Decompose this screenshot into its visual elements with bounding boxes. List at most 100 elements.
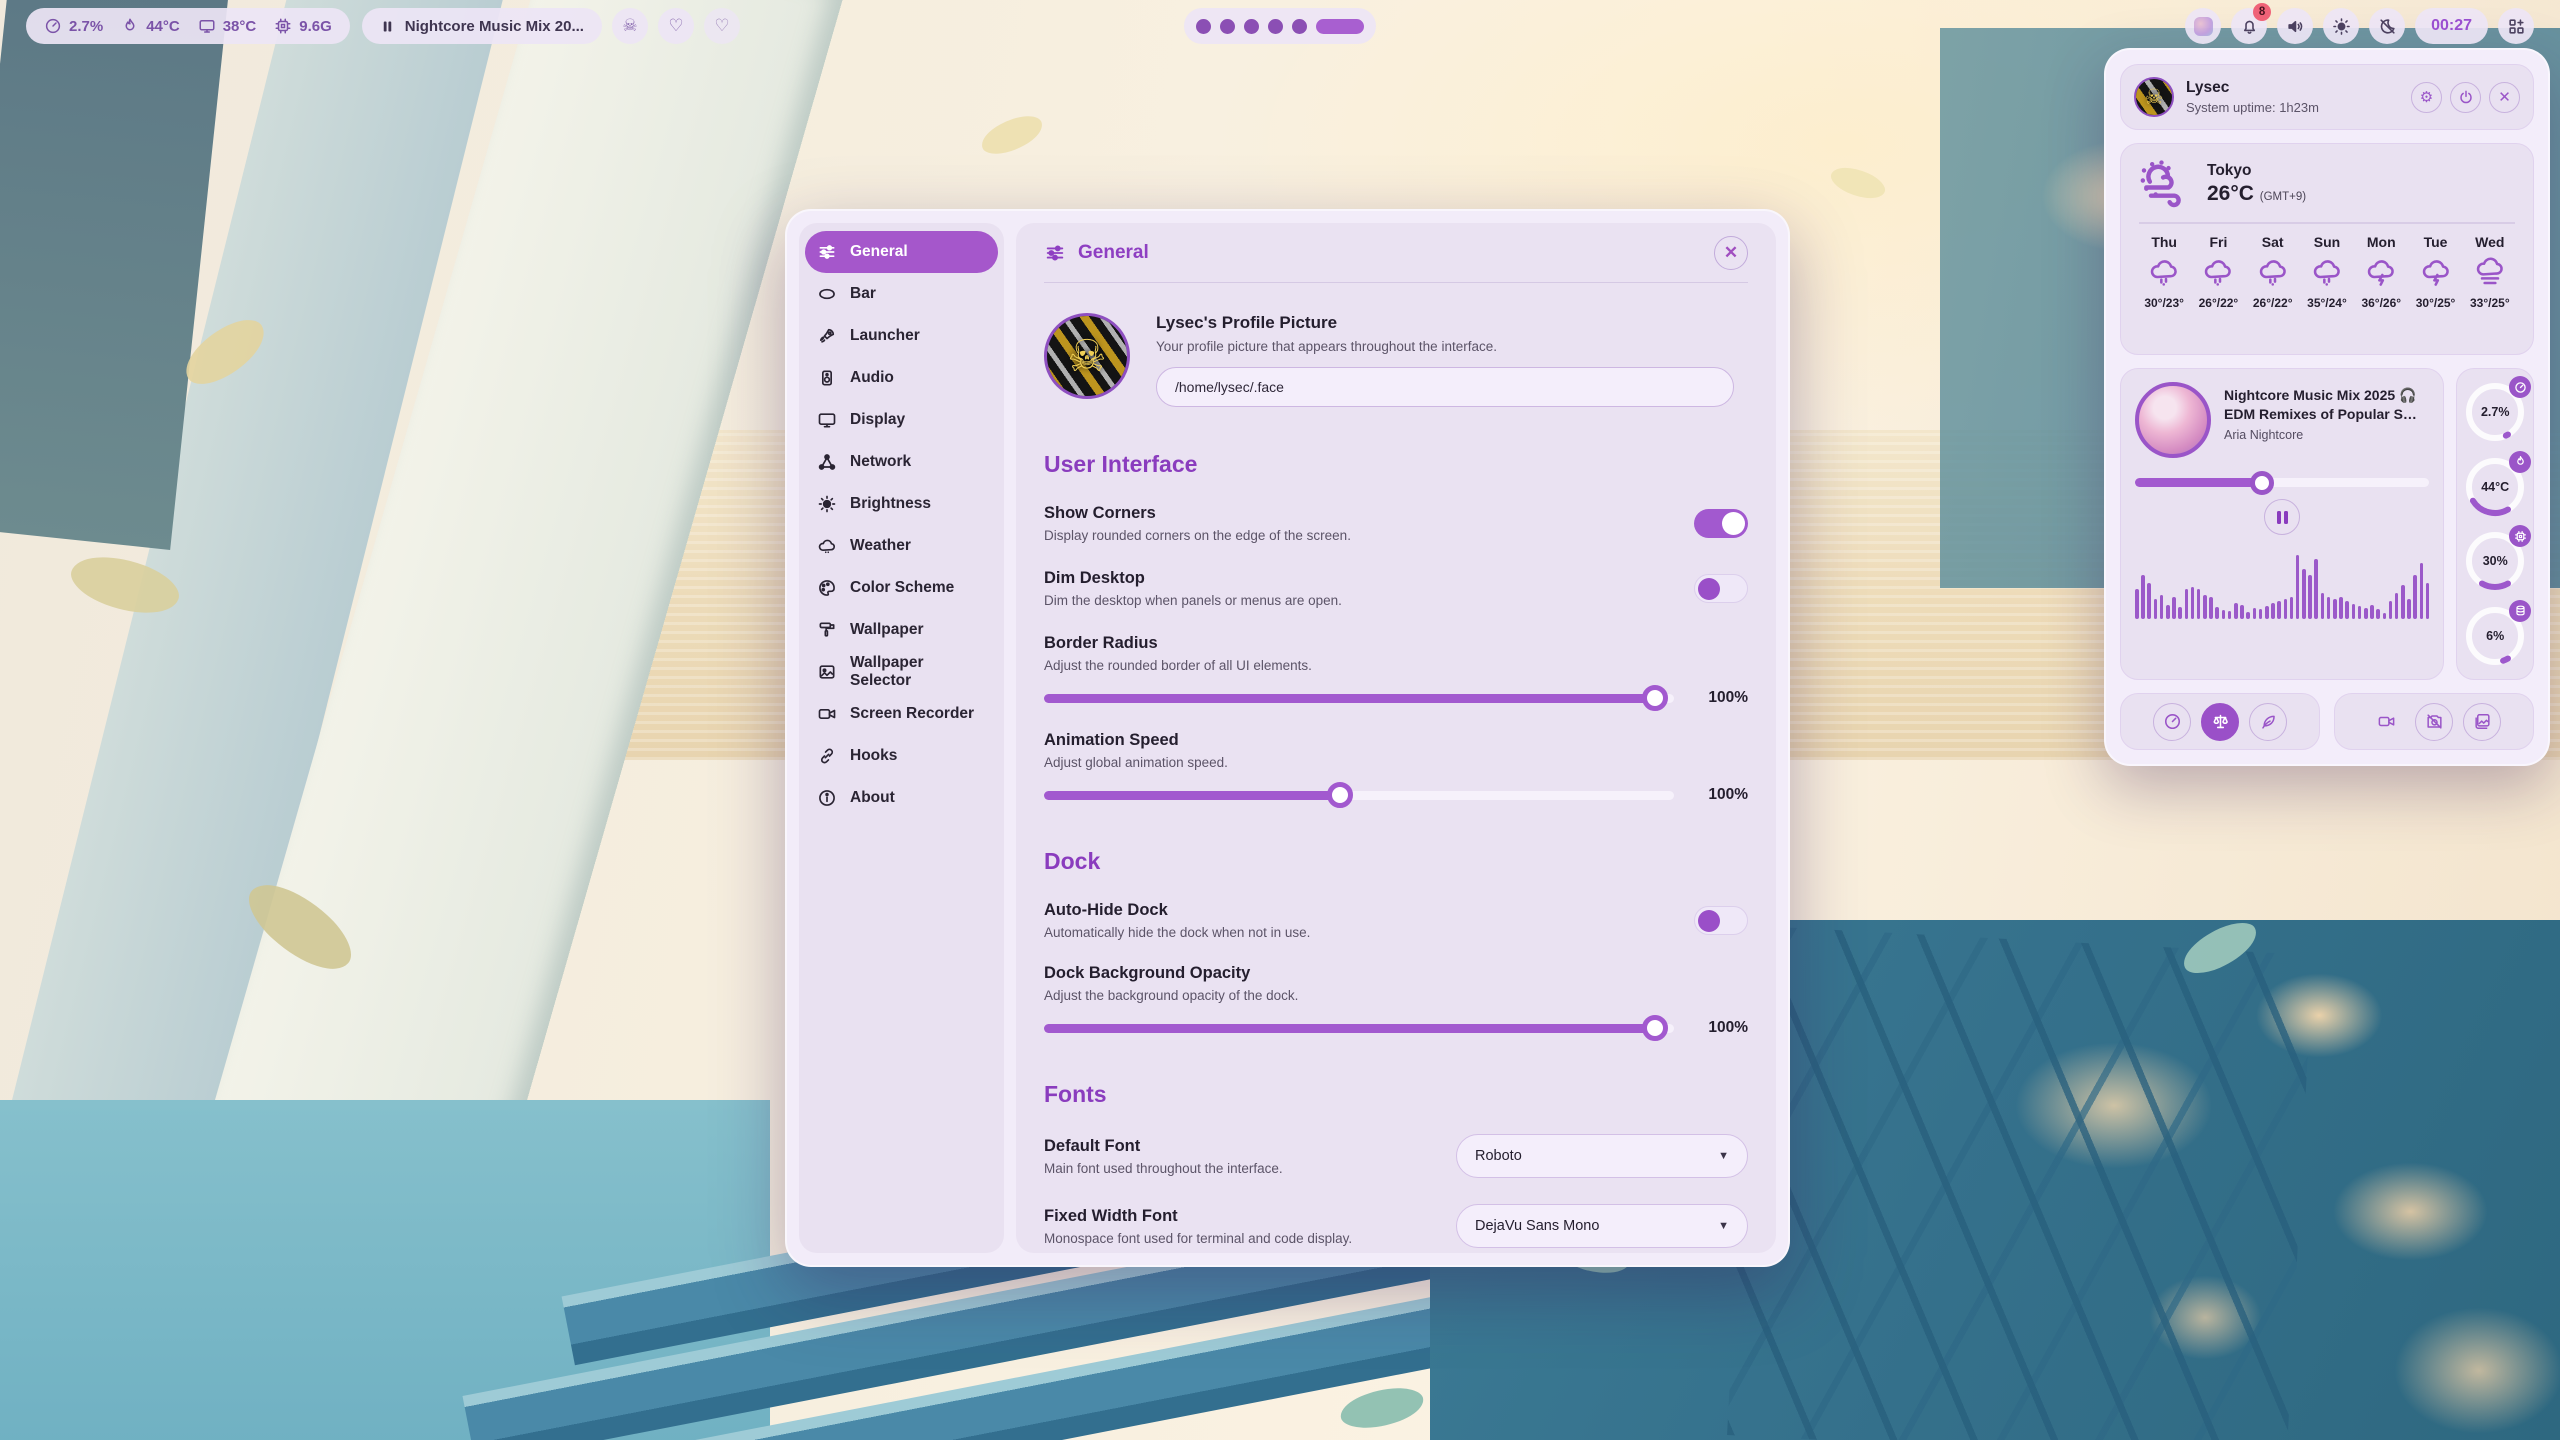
night-light-off-button[interactable] [2369, 8, 2405, 44]
sun-wind-icon [2137, 156, 2193, 212]
visualizer-bar [2407, 599, 2411, 619]
sidebar-item-brightness[interactable]: Brightness [805, 483, 998, 525]
setting-label: Auto-Hide Dock [1044, 901, 1310, 920]
close-panel-button[interactable]: ✕ [2489, 82, 2520, 113]
visualizer-bar [2141, 575, 2145, 619]
workspace-dot[interactable] [1196, 19, 1211, 34]
gpu-temp-stat[interactable]: 38°C [198, 17, 257, 35]
heart-icon[interactable]: ♡ [658, 8, 694, 44]
visualizer-bar [2191, 587, 2195, 619]
default-font-dropdown[interactable]: Roboto ▼ [1456, 1134, 1748, 1178]
dock-bg-opacity-slider[interactable] [1044, 1024, 1674, 1033]
setting-label: Border Radius [1044, 634, 1748, 653]
workspace-dot[interactable] [1292, 19, 1307, 34]
visualizer-bar [2172, 597, 2176, 619]
power-saver-profile-button[interactable] [2249, 703, 2287, 741]
setting-description: Main font used throughout the interface. [1044, 1161, 1283, 1176]
skull-icon[interactable]: ☠ [612, 8, 648, 44]
visualizer-bar [2290, 597, 2294, 619]
rain-cloud-icon [2257, 257, 2289, 289]
pause-button[interactable] [2264, 499, 2300, 535]
workspace-dot[interactable] [1268, 19, 1283, 34]
balanced-profile-button[interactable] [2201, 703, 2239, 741]
slider-knob[interactable] [1327, 782, 1353, 808]
cpu-temp-stat[interactable]: 44°C [121, 17, 180, 35]
toggle-knob [1698, 910, 1720, 932]
sidebar-item-wallpaper-selector[interactable]: Wallpaper Selector [805, 651, 998, 693]
dashboard-button[interactable] [2498, 8, 2534, 44]
slider-value: 100% [1690, 786, 1748, 804]
volume-button[interactable] [2277, 8, 2313, 44]
workspace-dot[interactable] [1220, 19, 1235, 34]
forecast-temps: 30°/23° [2144, 296, 2184, 310]
track-progress-slider[interactable] [2135, 478, 2429, 487]
sidebar-label: Display [850, 411, 905, 429]
profile-path-input[interactable] [1156, 367, 1734, 407]
sidebar-label: Wallpaper [850, 621, 924, 639]
sidebar-item-general[interactable]: General [805, 231, 998, 273]
sidebar-item-hooks[interactable]: Hooks [805, 735, 998, 777]
show-corners-toggle[interactable] [1694, 509, 1748, 538]
settings-button[interactable]: ⚙ [2411, 82, 2442, 113]
gallery-button[interactable] [2463, 703, 2501, 741]
visualizer-bar [2302, 569, 2306, 619]
audio-visualizer [2135, 547, 2429, 619]
visualizer-bar [2135, 589, 2139, 619]
slider-knob[interactable] [1642, 1015, 1668, 1041]
performance-profile-button[interactable] [2153, 703, 2191, 741]
avatar: ☠ [2134, 77, 2174, 117]
notifications-button[interactable]: 8 [2231, 8, 2267, 44]
speaker-icon [817, 368, 837, 388]
progress-knob[interactable] [2250, 471, 2274, 495]
screen-record-button[interactable] [2367, 703, 2405, 741]
clock[interactable]: 00:27 [2415, 8, 2488, 44]
profile-avatar[interactable]: ☠ [1044, 313, 1130, 399]
sidebar-item-color-scheme[interactable]: Color Scheme [805, 567, 998, 609]
sidebar-item-network[interactable]: Network [805, 441, 998, 483]
forecast-day: Sat 26°/22° [2246, 234, 2300, 310]
sidebar-item-display[interactable]: Display [805, 399, 998, 441]
workspace-active-pill[interactable] [1316, 19, 1364, 34]
brightness-button[interactable] [2323, 8, 2359, 44]
profile-heading: Lysec's Profile Picture [1156, 313, 1748, 333]
forecast-day: Fri 26°/22° [2191, 234, 2245, 310]
sidebar-item-screen-recorder[interactable]: Screen Recorder [805, 693, 998, 735]
weather-timezone: (GMT+9) [2260, 191, 2306, 203]
sidebar-item-launcher[interactable]: Launcher [805, 315, 998, 357]
power-button[interactable] [2450, 82, 2481, 113]
screenshot-off-button[interactable] [2415, 703, 2453, 741]
sidebar-item-about[interactable]: About [805, 777, 998, 819]
animation-speed-slider[interactable] [1044, 791, 1674, 800]
close-button[interactable]: ✕ [1714, 236, 1748, 270]
border-radius-slider[interactable] [1044, 694, 1674, 703]
slider-knob[interactable] [1642, 685, 1668, 711]
gpu-temp-value: 38°C [223, 18, 257, 35]
heart-icon[interactable]: ♡ [704, 8, 740, 44]
setting-description: Monospace font used for terminal and cod… [1044, 1231, 1352, 1246]
visualizer-bar [2389, 601, 2393, 619]
flame-icon [121, 17, 139, 35]
fixed-width-font-dropdown[interactable]: DejaVu Sans Mono ▼ [1456, 1204, 1748, 1248]
workspace-dot[interactable] [1244, 19, 1259, 34]
temperature-gauge: 44°C [2462, 454, 2528, 520]
dim-desktop-toggle[interactable] [1694, 574, 1748, 603]
setting-row-dim-desktop: Dim Desktop Dim the desktop when panels … [1044, 569, 1748, 608]
visualizer-bar [2154, 599, 2158, 619]
leaf-icon [2259, 712, 2278, 731]
visualizer-bar [2166, 605, 2170, 619]
slider-value: 100% [1690, 1019, 1748, 1037]
monitor-icon [817, 410, 837, 430]
memory-stat[interactable]: 9.6G [274, 17, 332, 35]
auto-hide-dock-toggle[interactable] [1694, 906, 1748, 935]
media-player-pill[interactable]: Nightcore Music Mix 20... [362, 8, 602, 44]
sidebar-item-wallpaper[interactable]: Wallpaper [805, 609, 998, 651]
sidebar-label: General [850, 243, 908, 261]
cpu-usage-stat[interactable]: 2.7% [44, 17, 103, 35]
forecast-day-label: Tue [2424, 234, 2448, 250]
sidebar-item-bar[interactable]: Bar [805, 273, 998, 315]
sidebar-item-weather[interactable]: Weather [805, 525, 998, 567]
sidebar-label: Network [850, 453, 911, 471]
cloud-icon [817, 536, 837, 556]
sidebar-item-audio[interactable]: Audio [805, 357, 998, 399]
tray-app-icon[interactable] [2185, 8, 2221, 44]
